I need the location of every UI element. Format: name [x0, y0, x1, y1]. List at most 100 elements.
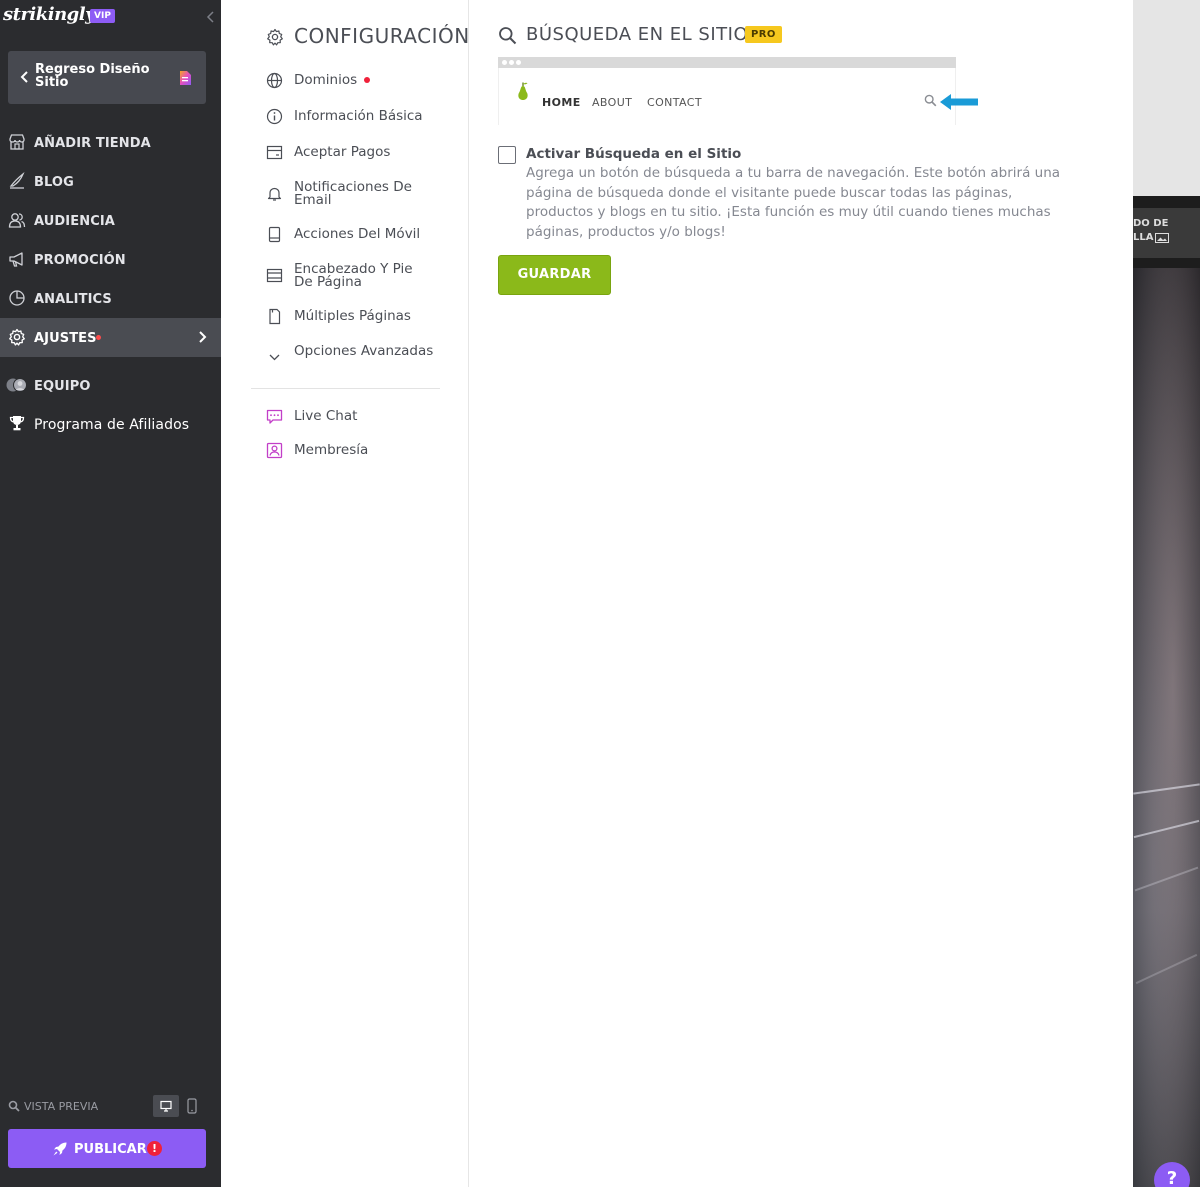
window-dot [509, 60, 514, 65]
mobile-icon [268, 226, 281, 243]
sidebar-item-blog[interactable]: BLOG [0, 162, 221, 201]
pro-badge: PRO [745, 26, 782, 43]
trophy-icon [9, 416, 25, 431]
site-preview-strip: DO DE LLA ? [1133, 0, 1200, 1187]
sidebar-item-label: AUDIENCIA [34, 214, 115, 229]
publish-button[interactable]: PUBLICAR ! [8, 1129, 206, 1168]
notification-dot [364, 77, 370, 83]
sidebar-item-label: Programa de Afiliados [34, 417, 190, 433]
background-city-photo [1133, 268, 1200, 1187]
image-icon [1155, 233, 1169, 243]
back-to-site-design-button[interactable]: Regreso Diseño Sitio [8, 51, 206, 104]
pen-icon [9, 172, 25, 189]
menu-item-label: Live Chat [294, 408, 358, 424]
rocket-icon [53, 1142, 67, 1156]
browser-bar [498, 57, 956, 68]
page-document-icon [180, 71, 191, 85]
menu-item-label: Múltiples Páginas [294, 308, 411, 324]
menu-item-label: Opciones Avanzadas [294, 343, 434, 359]
menu-item-domains[interactable]: Dominios [221, 72, 469, 102]
team-avatars-icon [6, 378, 27, 392]
menu-item-label: Acciones Del Móvil [294, 226, 421, 242]
vip-badge: VIP [90, 9, 115, 23]
sidebar-item-label: EQUIPO [34, 379, 91, 394]
sidebar-item-analytics[interactable]: ANALITICS [0, 279, 221, 318]
publish-label: PUBLICAR [74, 1142, 147, 1157]
settings-menu: CONFIGURACIÓN Dominios Información Básic… [221, 0, 469, 1187]
store-icon [9, 134, 25, 150]
sidebar-item-audience[interactable]: AUDIENCIA [0, 201, 221, 240]
menu-item-mobile-actions[interactable]: Acciones Del Móvil [221, 226, 469, 256]
gear-icon [267, 28, 283, 46]
sidebar-item-settings[interactable]: AJUSTES [0, 318, 221, 357]
menu-item-live-chat[interactable]: Live Chat [221, 408, 469, 438]
publish-alert-badge: ! [147, 1141, 162, 1156]
people-icon [8, 213, 26, 228]
menu-item-label: Membresía [294, 442, 369, 458]
light-streak [1133, 819, 1200, 839]
preview-button-text: DO DE [1133, 218, 1169, 229]
menu-item-label: Información Básica [294, 108, 423, 124]
desktop-preview-button[interactable] [153, 1095, 179, 1117]
mock-nav-contact: CONTACT [647, 96, 702, 109]
menu-item-membership[interactable]: Membresía [221, 442, 469, 472]
strikingly-logo[interactable]: strikingly [3, 4, 96, 25]
window-dot [516, 60, 521, 65]
search-icon [499, 27, 517, 45]
enable-site-search-checkbox[interactable] [498, 146, 516, 164]
menu-item-basic-info[interactable]: Información Básica [221, 108, 469, 138]
checkbox-label[interactable]: Activar Búsqueda en el Sitio [526, 146, 741, 162]
mock-nav-about: ABOUT [592, 96, 633, 109]
chevron-down-icon [269, 354, 280, 361]
search-icon [8, 1100, 20, 1112]
sidebar-item-label: BLOG [34, 175, 74, 190]
menu-item-label: Notificaciones De Email [294, 179, 412, 208]
save-button[interactable]: GUARDAR [498, 255, 611, 295]
menu-item-accept-payments[interactable]: Aceptar Pagos [221, 144, 469, 174]
sidebar-item-label: AJUSTES [34, 331, 97, 346]
chevron-right-icon [199, 331, 207, 343]
preview-row: VISTA PREVIA [0, 1094, 221, 1120]
megaphone-icon [9, 252, 23, 267]
sidebar-item-label: AÑADIR TIENDA [34, 136, 151, 151]
search-icon [924, 94, 937, 107]
collapse-sidebar-icon[interactable] [206, 9, 216, 25]
credit-card-icon [266, 145, 283, 160]
window-dot [502, 60, 507, 65]
back-button-label: Regreso Diseño Sitio [35, 62, 150, 90]
blue-arrow-icon [940, 94, 978, 110]
site-search-panel: BÚSQUEDA EN EL SITIO PRO HOME ABOUT CONT… [469, 0, 1133, 1187]
bell-icon [267, 187, 282, 201]
menu-item-email-notifications[interactable]: Notificaciones De Email [221, 180, 469, 214]
mock-nav-home: HOME [542, 96, 581, 109]
preview-button-text: LLA [1133, 232, 1154, 243]
info-icon [266, 108, 283, 125]
menu-item-label: Aceptar Pagos [294, 144, 391, 160]
notification-dot [96, 335, 101, 340]
menu-item-multiple-pages[interactable]: Múltiples Páginas [221, 308, 469, 338]
preview-label[interactable]: VISTA PREVIA [24, 1100, 98, 1113]
globe-icon [266, 72, 283, 89]
navigation-preview-illustration: HOME ABOUT CONTACT [498, 57, 978, 125]
mobile-preview-icon[interactable] [185, 1098, 199, 1114]
sidebar-item-promotion[interactable]: PROMOCIÓN [0, 240, 221, 279]
member-icon [266, 442, 283, 459]
sidebar-item-team[interactable]: EQUIPO [0, 366, 221, 405]
desktop-icon [160, 1100, 172, 1112]
light-streak [1135, 953, 1198, 985]
section-title: BÚSQUEDA EN EL SITIO [526, 24, 749, 45]
feature-description: Agrega un botón de búsqueda a tu barra d… [526, 165, 1061, 240]
sidebar-item-label: PROMOCIÓN [34, 253, 126, 268]
sidebar-item-affiliates[interactable]: Programa de Afiliados [0, 404, 221, 443]
sidebar-item-add-store[interactable]: AÑADIR TIENDA [0, 123, 221, 162]
light-streak [1134, 866, 1199, 892]
menu-item-header-footer[interactable]: Encabezado Y Pie De Página [221, 262, 469, 296]
preview-light-area [1133, 0, 1200, 196]
menu-divider [251, 388, 440, 389]
menu-item-label: Encabezado Y Pie De Página [294, 261, 413, 290]
menu-item-advanced-options[interactable]: Opciones Avanzadas [221, 344, 469, 378]
pages-icon [269, 308, 281, 325]
pear-logo-icon [518, 82, 528, 100]
mock-navbar: HOME ABOUT CONTACT [498, 68, 978, 125]
layout-icon [266, 268, 283, 283]
